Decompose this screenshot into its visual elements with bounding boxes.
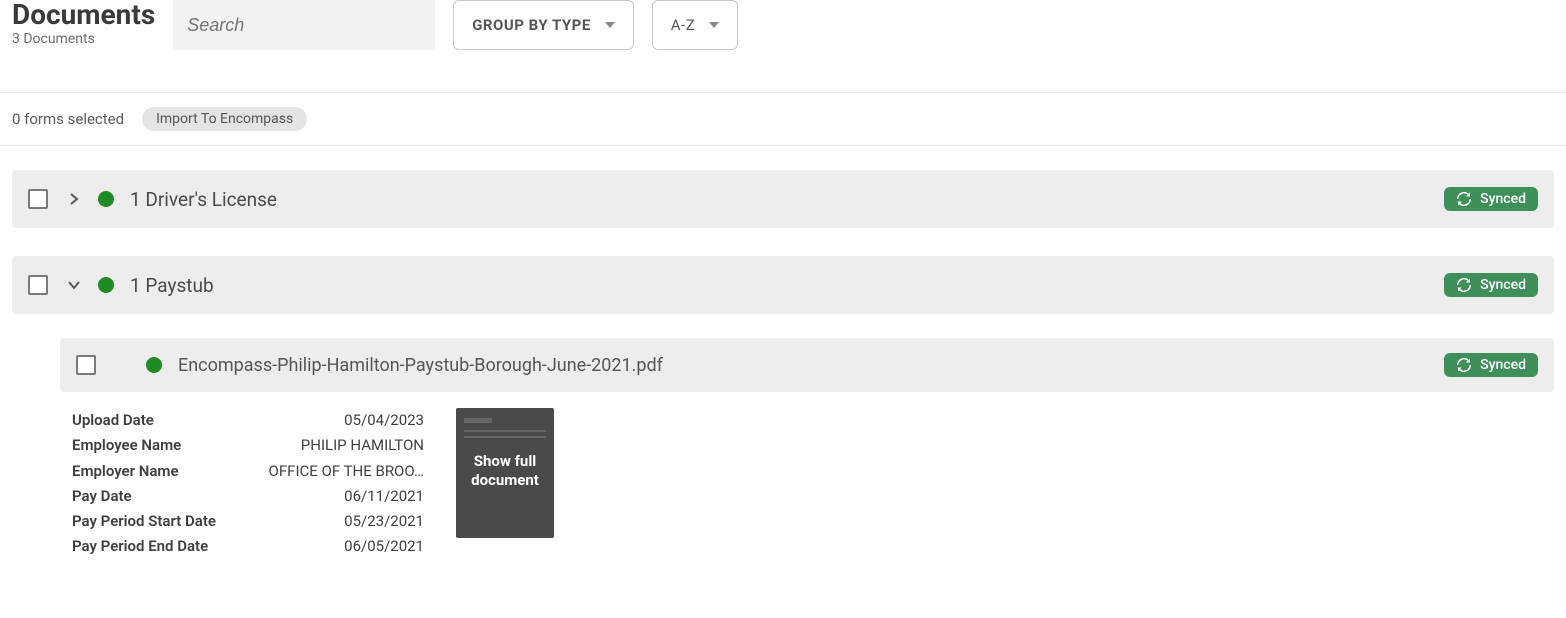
search-input[interactable]: [173, 0, 435, 50]
document-checkbox[interactable]: [76, 355, 96, 375]
thumb-decoration: [464, 436, 546, 438]
action-bar: 0 forms selected Import To Encompass: [0, 93, 1566, 146]
document-group: 1 Paystub Synced Encompass-Philip-Hamilt…: [12, 256, 1554, 560]
group-header[interactable]: 1 Driver's License Synced: [12, 170, 1554, 228]
sort-label: A-Z: [671, 16, 695, 34]
sync-icon: [1456, 357, 1472, 373]
detail-value: 06/05/2021: [344, 535, 424, 558]
detail-row: Pay Period End Date 06/05/2021: [72, 534, 424, 559]
group-by-label: GROUP BY TYPE: [472, 16, 591, 34]
detail-row: Employer Name OFFICE OF THE BROO…: [72, 459, 424, 484]
details-table: Upload Date 05/04/2023 Employee Name PHI…: [72, 408, 424, 560]
document-count: 3 Documents: [12, 31, 155, 47]
thumb-decoration: [464, 418, 492, 423]
title-block: Documents 3 Documents: [12, 0, 155, 47]
document-groups: 1 Driver's License Synced 1 Paystub Sync…: [0, 146, 1566, 618]
page-title: Documents: [12, 0, 155, 29]
top-bar: Documents 3 Documents GROUP BY TYPE A-Z: [0, 0, 1566, 93]
synced-badge: Synced: [1444, 187, 1538, 211]
selection-count: 0 forms selected: [12, 110, 124, 128]
detail-row: Pay Date 06/11/2021: [72, 484, 424, 509]
synced-label: Synced: [1480, 277, 1526, 293]
group-label: 1 Paystub: [130, 274, 1444, 297]
status-dot-icon: [98, 191, 114, 207]
detail-row: Upload Date 05/04/2023: [72, 408, 424, 433]
sort-dropdown[interactable]: A-Z: [652, 0, 738, 50]
detail-label: Pay Period Start Date: [72, 510, 216, 533]
detail-row: Pay Period Start Date 05/23/2021: [72, 509, 424, 534]
detail-label: Employee Name: [72, 434, 181, 457]
group-label: 1 Driver's License: [130, 188, 1444, 211]
sync-icon: [1456, 277, 1472, 293]
show-full-document-label: Show full document: [456, 452, 554, 490]
detail-value: PHILIP HAMILTON: [301, 434, 424, 457]
group-by-dropdown[interactable]: GROUP BY TYPE: [453, 0, 634, 50]
document-group: 1 Driver's License Synced: [12, 170, 1554, 228]
thumb-decoration: [464, 430, 546, 432]
caret-down-icon: [709, 22, 719, 28]
detail-value: 05/23/2021: [344, 510, 424, 533]
detail-value: 06/11/2021: [344, 485, 424, 508]
sync-icon: [1456, 191, 1472, 207]
detail-label: Upload Date: [72, 409, 154, 432]
document-row[interactable]: Encompass-Philip-Hamilton-Paystub-Boroug…: [60, 338, 1554, 392]
detail-row: Employee Name PHILIP HAMILTON: [72, 433, 424, 458]
synced-label: Synced: [1480, 191, 1526, 207]
import-button[interactable]: Import To Encompass: [142, 107, 307, 131]
group-checkbox[interactable]: [28, 275, 48, 295]
chevron-down-icon[interactable]: [68, 279, 80, 291]
detail-label: Pay Period End Date: [72, 535, 208, 558]
group-header[interactable]: 1 Paystub Synced: [12, 256, 1554, 314]
synced-label: Synced: [1480, 357, 1526, 373]
synced-badge: Synced: [1444, 353, 1538, 377]
detail-value: 05/04/2023: [344, 409, 424, 432]
status-dot-icon: [146, 357, 162, 373]
detail-value: OFFICE OF THE BROO…: [269, 460, 424, 483]
caret-down-icon: [605, 22, 615, 28]
document-details: Upload Date 05/04/2023 Employee Name PHI…: [72, 408, 1554, 560]
group-checkbox[interactable]: [28, 189, 48, 209]
document-thumbnail[interactable]: Show full document: [456, 408, 554, 538]
detail-label: Employer Name: [72, 460, 179, 483]
chevron-right-icon[interactable]: [68, 193, 80, 205]
detail-label: Pay Date: [72, 485, 132, 508]
synced-badge: Synced: [1444, 273, 1538, 297]
document-filename: Encompass-Philip-Hamilton-Paystub-Boroug…: [178, 355, 1444, 376]
status-dot-icon: [98, 277, 114, 293]
